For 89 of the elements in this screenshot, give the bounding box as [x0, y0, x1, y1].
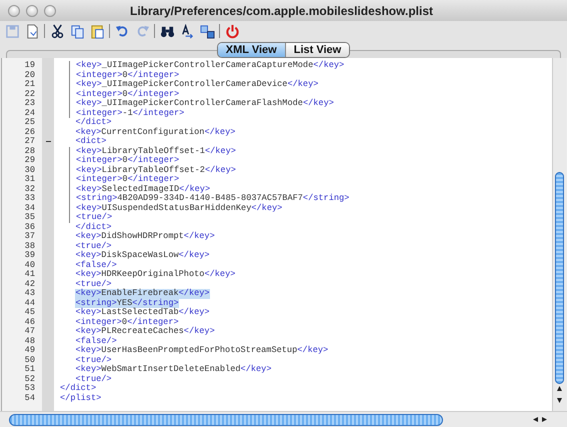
code-line: <dict> [75, 137, 106, 146]
code-line: <integer>-1</integer> [76, 108, 184, 118]
line-number: 36 [24, 222, 35, 232]
code-line: </dict> [60, 384, 96, 394]
replace-icon[interactable] [199, 23, 215, 39]
code-line: <integer>0</integer> [76, 156, 180, 166]
code-line: <key>PLRecreateCaches</key> [75, 327, 215, 336]
line-number: 40 [24, 260, 35, 270]
code-line: <true/> [75, 374, 112, 384]
line-number: 53 [24, 383, 35, 393]
line-number: 47 [24, 326, 35, 336]
line-number: 52 [24, 374, 35, 384]
code-line: <key>DidShowHDRPrompt</key> [75, 232, 215, 242]
line-number: 38 [24, 240, 35, 250]
code-line: <integer>0</integer> [75, 318, 179, 326]
code-line: <key>UserHasBeenPromptedForPhotoStreamSetup</key> [75, 346, 328, 356]
code-line: <key>HDRKeepOriginalPhoto</key> [75, 270, 236, 280]
code-line: <key>CurrentConfiguration</key> [75, 128, 236, 136]
code-line: <string>4B20AD99-334D-4140-B485-8037AC57BAF7</string> [76, 194, 350, 204]
clipboard-icon[interactable] [89, 23, 105, 39]
code-line: <true/> [76, 213, 112, 222]
code-line: <true/> [75, 280, 112, 288]
copy-icon[interactable] [69, 23, 85, 39]
minimize-button[interactable] [26, 4, 38, 16]
line-number: 21 [24, 79, 35, 89]
line-number: 22 [24, 88, 35, 98]
scroll-up-icon[interactable] [557, 386, 562, 391]
code-line: <key>_UIImagePickerControllerCameraFlashMode</key> [76, 99, 334, 108]
view-tab[interactable]: List View [284, 42, 350, 56]
line-number: 31 [24, 174, 35, 184]
line-number: 20 [24, 70, 35, 80]
line-number: 44 [24, 298, 35, 308]
scroll-thumb[interactable] [9, 414, 443, 426]
zoom-button[interactable] [44, 4, 56, 16]
code-line: <key>WebSmartInsertDeleteEnabled</key> [75, 365, 272, 374]
line-number: 49 [24, 345, 35, 355]
line-number: 26 [24, 126, 35, 136]
line-number: 43 [24, 288, 35, 298]
line-number: 37 [24, 231, 35, 241]
line-number: 28 [24, 146, 35, 156]
line-number: 46 [24, 316, 35, 326]
code-line: <integer>0</integer> [76, 175, 180, 184]
close-button[interactable] [8, 4, 20, 16]
window-title: Library/Preferences/com.apple.mobileslideshow.plist [129, 2, 434, 20]
code-line: <false/> [75, 260, 117, 270]
code-line: <integer>0</integer> [76, 90, 180, 98]
line-number: 25 [24, 117, 35, 127]
code-line: <key>UISuspendedStatusBarHiddenKey</key> [76, 204, 282, 212]
code-line: <integer>0</integer> [76, 70, 180, 80]
view-tab[interactable]: XML View [218, 42, 285, 56]
line-number: 50 [24, 354, 35, 364]
code-line: <false/> [75, 336, 117, 346]
code-line: <key>LibraryTableOffset-2</key> [76, 166, 236, 174]
line-number: 30 [24, 164, 35, 174]
code-line: </dict> [75, 118, 112, 128]
line-number: 35 [24, 212, 35, 222]
code-line: <key>DiskSpaceWasLow</key> [75, 251, 210, 260]
line-number: 32 [24, 184, 35, 194]
code-line: <key>LastSelectedTab</key> [75, 308, 210, 318]
line-number: 29 [24, 155, 35, 165]
scroll-down-icon[interactable] [557, 398, 562, 403]
code-line: <true/> [75, 356, 112, 364]
vertical-scrollbar[interactable] [552, 58, 566, 411]
code-line: <true/> [75, 242, 112, 250]
code-line: </dict> [75, 222, 112, 232]
power-icon[interactable] [224, 23, 240, 39]
scroll-right-icon[interactable] [542, 417, 547, 422]
scissors-icon[interactable] [49, 23, 65, 39]
code-line: <key>SelectedImageID</key> [76, 184, 210, 194]
line-number: 54 [24, 392, 35, 402]
line-number: 24 [24, 108, 35, 118]
line-number: 34 [24, 202, 35, 212]
scroll-thumb[interactable] [555, 172, 564, 384]
line-number: 48 [24, 336, 35, 346]
line-number: 19 [24, 60, 35, 70]
line-number: 45 [24, 307, 35, 317]
code-line: </plist> [60, 394, 102, 403]
line-number: 23 [24, 98, 35, 108]
code-line: <key>_UIImagePickerControllerCameraCaptureMode</key> [76, 61, 344, 70]
line-number: 51 [24, 364, 35, 374]
scroll-left-icon[interactable] [533, 417, 538, 422]
line-number: 33 [24, 193, 35, 203]
line-number: 27 [24, 136, 35, 146]
code-line: <key>_UIImagePickerControllerCameraDevice</key> [76, 80, 318, 90]
line-number: 41 [24, 269, 35, 279]
line-number: 39 [24, 250, 35, 260]
line-number: 42 [24, 278, 35, 288]
code-line: <key>LibraryTableOffset-1</key> [76, 146, 236, 156]
undo-icon[interactable] [114, 23, 130, 39]
